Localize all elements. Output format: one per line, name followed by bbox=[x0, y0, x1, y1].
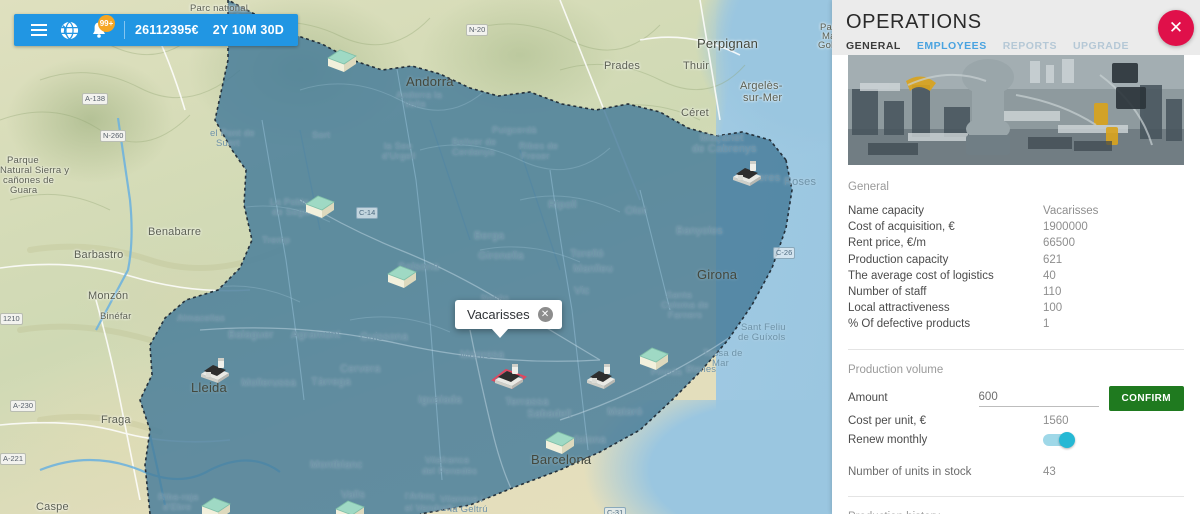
map-road-badge: A-221 bbox=[0, 453, 26, 465]
general-row: Rent price, €/m66500 bbox=[848, 235, 1184, 251]
general-row-key: Production capacity bbox=[848, 252, 1043, 268]
general-row-value: 66500 bbox=[1043, 235, 1075, 251]
bell-icon[interactable]: 99+ bbox=[84, 14, 114, 46]
notification-badge: 99+ bbox=[98, 15, 115, 32]
map-marker-warehouse[interactable] bbox=[540, 424, 580, 458]
general-row-key: Cost of acquisition, € bbox=[848, 219, 1043, 235]
tab-employees[interactable]: EMPLOYEES bbox=[917, 40, 987, 52]
renew-monthly-label: Renew monthly bbox=[848, 432, 1043, 448]
general-row: The average cost of logistics40 bbox=[848, 268, 1184, 284]
map-marker-warehouse[interactable] bbox=[634, 340, 674, 374]
general-section-title: General bbox=[848, 181, 1184, 193]
divider bbox=[848, 349, 1184, 350]
general-row-value: 1 bbox=[1043, 316, 1049, 332]
cost-per-unit-value: 1560 bbox=[1043, 413, 1069, 429]
map-road-badge: A-230 bbox=[10, 400, 36, 412]
toggle-knob bbox=[1059, 432, 1075, 448]
production-section-title: Production volume bbox=[848, 364, 1184, 376]
tab-upgrade[interactable]: UPGRADE bbox=[1073, 40, 1129, 52]
map-road-badge: C-14 bbox=[356, 207, 378, 219]
money-balance: 26112395€ bbox=[135, 23, 199, 37]
map-marker-factory[interactable] bbox=[196, 352, 236, 386]
panel-tabs: GENERAL EMPLOYEES REPORTS UPGRADE bbox=[846, 40, 1200, 52]
panel-body: General Name capacityVacarissesCost of a… bbox=[832, 165, 1200, 514]
confirm-button[interactable]: CONFIRM bbox=[1109, 386, 1184, 411]
page-title: OPERATIONS bbox=[846, 10, 1200, 34]
renew-monthly-toggle[interactable] bbox=[1043, 434, 1073, 446]
close-icon[interactable]: ✕ bbox=[538, 307, 553, 322]
general-row-key: % Of defective products bbox=[848, 316, 1043, 332]
factory-photo bbox=[848, 55, 1184, 165]
general-row-value: 40 bbox=[1043, 268, 1056, 284]
game-time: 2Y 10M 30D bbox=[213, 23, 284, 37]
map-tooltip[interactable]: Vacarisses ✕ bbox=[455, 300, 562, 329]
panel-header: OPERATIONS GENERAL EMPLOYEES REPORTS UPGRAD… bbox=[832, 0, 1200, 55]
map-marker-warehouse[interactable] bbox=[382, 258, 422, 292]
map-marker-factory[interactable] bbox=[728, 155, 768, 189]
map-canvas[interactable]: PerpignanPradesThuirArgelès-sur-MerCéret… bbox=[0, 0, 836, 514]
general-row: Cost of acquisition, €1900000 bbox=[848, 219, 1184, 235]
map-road-badge: N-260 bbox=[100, 130, 126, 142]
stock-row: Number of units in stock 43 bbox=[848, 464, 1184, 480]
map-road-badge: 1210 bbox=[0, 313, 23, 325]
tab-reports[interactable]: REPORTS bbox=[1003, 40, 1057, 52]
amount-input[interactable] bbox=[979, 390, 1099, 407]
general-row-key: Number of staff bbox=[848, 284, 1043, 300]
map-road-badge: C-31 bbox=[604, 507, 626, 514]
general-row-value: 621 bbox=[1043, 252, 1062, 268]
map-marker-warehouse[interactable] bbox=[330, 493, 370, 514]
general-row: Number of staff110 bbox=[848, 284, 1184, 300]
hamburger-menu-icon[interactable] bbox=[24, 14, 54, 46]
general-row-key: Name capacity bbox=[848, 203, 1043, 219]
map-marker-warehouse[interactable] bbox=[322, 42, 362, 76]
map-road-badge: A-138 bbox=[82, 93, 108, 105]
top-toolbar: 99+ 26112395€ 2Y 10M 30D bbox=[14, 14, 298, 46]
toolbar-divider bbox=[124, 21, 125, 39]
map-marker-factory-selected[interactable] bbox=[490, 358, 530, 392]
general-row-key: Rent price, €/m bbox=[848, 235, 1043, 251]
stock-label: Number of units in stock bbox=[848, 464, 1043, 480]
operations-screen: PerpignanPradesThuirArgelès-sur-MerCéret… bbox=[0, 0, 1200, 514]
general-row-key: The average cost of logistics bbox=[848, 268, 1043, 284]
selected-region-overlay bbox=[0, 0, 836, 514]
general-rows: Name capacityVacarissesCost of acquisiti… bbox=[848, 203, 1184, 333]
stock-value: 43 bbox=[1043, 464, 1056, 480]
renew-monthly-row: Renew monthly bbox=[848, 432, 1184, 448]
general-row: Local attractiveness100 bbox=[848, 300, 1184, 316]
close-button[interactable]: ✕ bbox=[1158, 10, 1194, 46]
general-row-value: 100 bbox=[1043, 300, 1062, 316]
cost-per-unit-row: Cost per unit, € 1560 bbox=[848, 413, 1184, 429]
map-marker-warehouse[interactable] bbox=[300, 188, 340, 222]
general-row-value: 1900000 bbox=[1043, 219, 1088, 235]
cost-per-unit-label: Cost per unit, € bbox=[848, 413, 1043, 429]
globe-icon[interactable] bbox=[54, 14, 84, 46]
general-row: Name capacityVacarisses bbox=[848, 203, 1184, 219]
amount-row: Amount CONFIRM bbox=[848, 386, 1184, 411]
general-row: Production capacity621 bbox=[848, 252, 1184, 268]
general-row: % Of defective products1 bbox=[848, 316, 1184, 332]
map-road-badge: C-26 bbox=[773, 247, 795, 259]
map-tooltip-label: Vacarisses bbox=[467, 307, 530, 322]
general-row-key: Local attractiveness bbox=[848, 300, 1043, 316]
map-marker-warehouse[interactable] bbox=[196, 490, 236, 514]
divider-2 bbox=[848, 496, 1184, 497]
general-row-value: Vacarisses bbox=[1043, 203, 1098, 219]
tab-general[interactable]: GENERAL bbox=[846, 40, 901, 52]
map-road-badge: N-20 bbox=[466, 24, 488, 36]
general-row-value: 110 bbox=[1043, 284, 1061, 300]
operations-panel: OPERATIONS GENERAL EMPLOYEES REPORTS UPGRAD… bbox=[832, 0, 1200, 514]
amount-label: Amount bbox=[848, 390, 979, 406]
map-marker-factory[interactable] bbox=[582, 358, 622, 392]
